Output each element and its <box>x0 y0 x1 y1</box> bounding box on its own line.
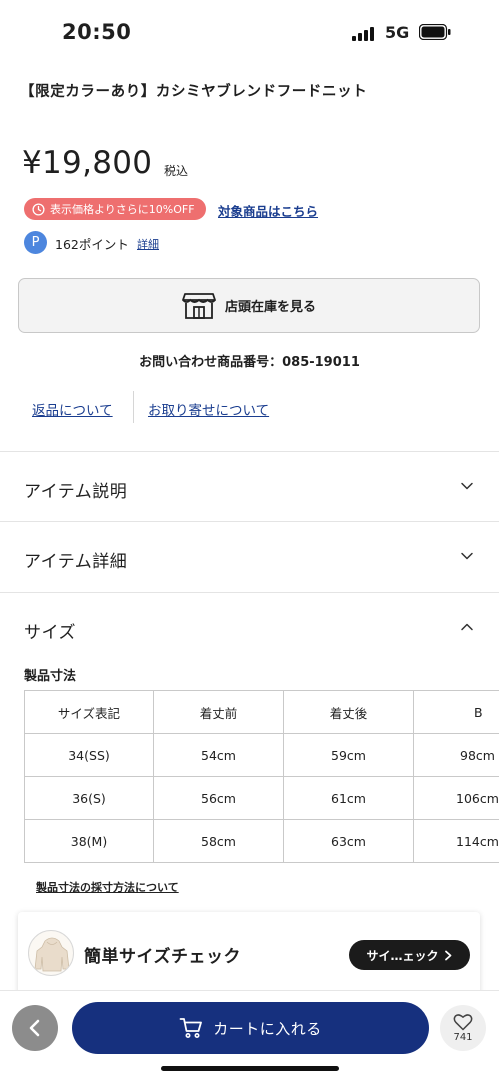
signal-icon <box>352 25 374 41</box>
network-type: 5G <box>385 23 410 42</box>
product-price: ¥19,800 <box>22 145 153 181</box>
promo-badge: 表示価格よりさらに10%OFF <box>24 198 206 220</box>
measure-method-link[interactable]: 製品寸法の採寸方法について <box>36 879 179 895</box>
chevron-down-icon <box>461 482 473 490</box>
size-check-card: 簡単サイズチェック サイ…ェック <box>18 912 480 1002</box>
promo-target-link[interactable]: 対象商品はこちら <box>218 201 318 220</box>
chevron-up-icon <box>461 623 473 631</box>
table-cell: 54cm <box>153 733 284 777</box>
table-header: 着丈前 <box>153 690 284 734</box>
chevron-right-icon <box>444 950 451 960</box>
chevron-down-icon <box>461 552 473 560</box>
add-to-cart-button[interactable]: カートに入れる <box>72 1002 429 1054</box>
knit-hoodie-image <box>34 937 70 972</box>
table-header: 着丈後 <box>283 690 414 734</box>
size-subtitle: 製品寸法 <box>24 669 77 684</box>
table-header-row: サイズ表記 着丈前 着丈後 B <box>24 690 499 734</box>
link-divider <box>133 391 134 423</box>
points-text: 162ポイント <box>55 237 129 252</box>
home-indicator <box>161 1066 339 1071</box>
store-stock-button[interactable]: 店頭在庫を見る <box>18 278 480 333</box>
divider <box>0 521 499 522</box>
points-detail-link[interactable]: 詳細 <box>137 236 159 252</box>
table-header: サイズ表記 <box>24 690 154 734</box>
table-cell: 98cm <box>413 733 499 777</box>
table-cell: 34(SS) <box>24 733 154 777</box>
chevron-left-icon <box>29 1019 40 1037</box>
table-cell: 36(S) <box>24 776 154 820</box>
cart-icon <box>179 1018 203 1038</box>
status-time: 20:50 <box>62 20 132 44</box>
back-button[interactable] <box>12 1005 58 1051</box>
size-check-title: 簡単サイズチェック <box>84 947 241 967</box>
table-cell: 106cm <box>413 776 499 820</box>
table-cell: 56cm <box>153 776 284 820</box>
points-icon: P <box>24 231 47 254</box>
add-to-cart-label: カートに入れる <box>213 1019 322 1038</box>
product-title: 【限定カラーあり】カシミヤブレンドフードニット <box>20 84 368 100</box>
size-check-product-thumbnail <box>28 930 74 976</box>
inquiry-number: お問い合わせ商品番号：085-19011 <box>139 355 360 370</box>
table-cell: 114cm <box>413 819 499 863</box>
table-cell: 63cm <box>283 819 414 863</box>
size-check-button-label: サイ…ェック <box>366 948 439 963</box>
divider <box>0 451 499 452</box>
tax-label: 税込 <box>164 164 189 178</box>
table-row: 38(M) 58cm 63cm 114cm <box>24 819 499 863</box>
table-cell: 59cm <box>283 733 414 777</box>
table-cell: 61cm <box>283 776 414 820</box>
bottom-action-bar: カートに入れる 741 <box>0 990 499 1080</box>
store-icon <box>182 292 216 319</box>
table-header: B <box>413 690 499 734</box>
store-stock-label: 店頭在庫を見る <box>224 300 316 315</box>
promo-badge-label: 表示価格よりさらに10%OFF <box>50 203 195 216</box>
size-table: サイズ表記 着丈前 着丈後 B 34(SS) 54cm 59cm 98cm 36… <box>24 690 499 863</box>
accordion-title: アイテム説明 <box>24 482 128 502</box>
accordion-title: アイテム詳細 <box>24 552 128 572</box>
table-row: 34(SS) 54cm 59cm 98cm <box>24 733 499 777</box>
heart-icon <box>453 1014 473 1031</box>
clock-icon <box>32 202 45 216</box>
favorite-button[interactable]: 741 <box>440 1005 486 1051</box>
table-cell: 38(M) <box>24 819 154 863</box>
returns-link[interactable]: 返品について <box>32 399 113 419</box>
divider <box>0 592 499 593</box>
table-row: 36(S) 56cm 61cm 106cm <box>24 776 499 820</box>
battery-icon <box>419 24 451 40</box>
table-cell: 58cm <box>153 819 284 863</box>
status-bar: 20:50 5G <box>0 0 499 62</box>
favorite-count: 741 <box>453 1032 473 1043</box>
order-link[interactable]: お取り寄せについて <box>148 399 269 419</box>
size-check-button[interactable]: サイ…ェック <box>349 940 470 970</box>
accordion-title: サイズ <box>24 623 76 643</box>
